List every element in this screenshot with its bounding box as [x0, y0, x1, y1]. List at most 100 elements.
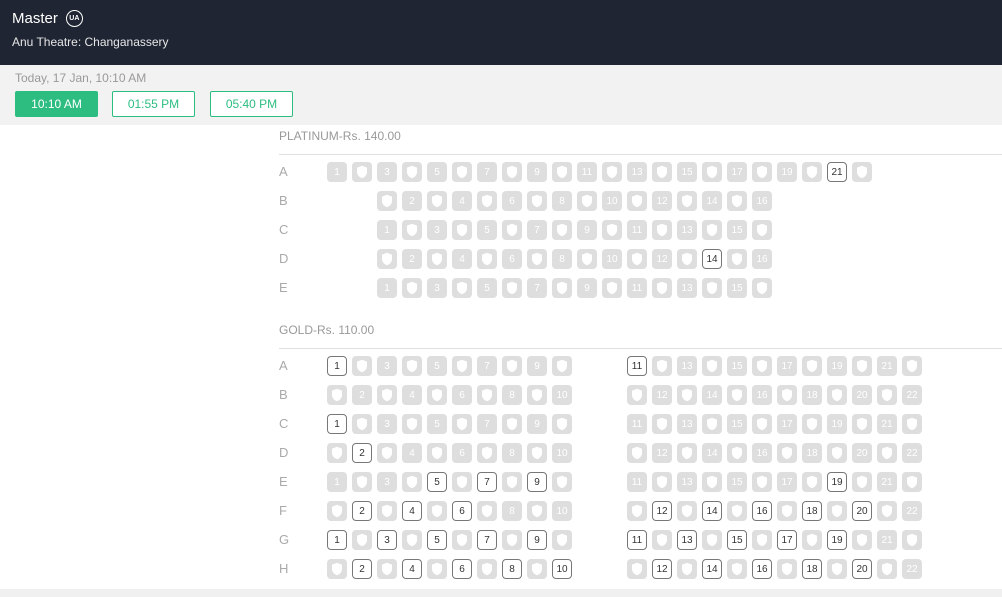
seat [752, 162, 772, 182]
seat: 21 [877, 530, 897, 550]
row-label: D [279, 251, 289, 266]
seat[interactable]: 2 [352, 501, 372, 521]
seat [452, 472, 472, 492]
show-date: Today, 17 Jan, 10:10 AM [15, 71, 147, 85]
shield-icon [632, 194, 642, 208]
seat [627, 559, 647, 579]
seat[interactable]: 18 [802, 559, 822, 579]
row-label: H [279, 561, 289, 576]
seat [502, 220, 522, 240]
seat[interactable]: 14 [702, 501, 722, 521]
seat[interactable]: 14 [702, 559, 722, 579]
seat: 14 [702, 191, 722, 211]
seat[interactable]: 1 [327, 530, 347, 550]
seat [827, 385, 847, 405]
seat [752, 472, 772, 492]
shield-icon [557, 359, 567, 373]
seat[interactable]: 15 [727, 530, 747, 550]
seat[interactable]: 16 [752, 559, 772, 579]
seat[interactable]: 19 [827, 472, 847, 492]
shield-icon [407, 281, 417, 295]
seat: 22 [902, 559, 922, 579]
seat[interactable]: 11 [627, 356, 647, 376]
seat[interactable]: 6 [452, 559, 472, 579]
seat[interactable]: 10 [552, 559, 572, 579]
seat [477, 249, 497, 269]
showtime-button-2[interactable]: 01:55 PM [112, 91, 195, 117]
seat: 1 [377, 278, 397, 298]
seat[interactable]: 20 [852, 501, 872, 521]
showtime-button-3[interactable]: 05:40 PM [210, 91, 293, 117]
seat[interactable]: 17 [777, 530, 797, 550]
seat [702, 356, 722, 376]
seat: 8 [502, 443, 522, 463]
row-label: E [279, 474, 288, 489]
seat [677, 559, 697, 579]
shield-icon [332, 388, 342, 402]
seat[interactable]: 5 [427, 472, 447, 492]
seat: 7 [477, 162, 497, 182]
seat[interactable]: 7 [477, 530, 497, 550]
row-label: F [279, 503, 287, 518]
seat: 6 [502, 249, 522, 269]
shield-icon [657, 281, 667, 295]
seat: 15 [727, 472, 747, 492]
seat: 1 [377, 220, 397, 240]
seat[interactable]: 7 [477, 472, 497, 492]
seat[interactable]: 14 [702, 249, 722, 269]
seat[interactable]: 2 [352, 443, 372, 463]
seat: 12 [652, 443, 672, 463]
seat[interactable]: 12 [652, 501, 672, 521]
movie-title: Master [12, 10, 58, 27]
shield-icon [757, 533, 767, 547]
showtime-button-1[interactable]: 10:10 AM [15, 91, 98, 117]
seat[interactable]: 12 [652, 559, 672, 579]
seat[interactable]: 4 [402, 559, 422, 579]
seat: 13 [627, 162, 647, 182]
seat: 6 [452, 443, 472, 463]
seat: 17 [777, 414, 797, 434]
seat[interactable]: 13 [677, 530, 697, 550]
seat: 2 [352, 385, 372, 405]
seat[interactable]: 9 [527, 472, 547, 492]
seat[interactable]: 18 [802, 501, 822, 521]
seat[interactable]: 11 [627, 530, 647, 550]
seat[interactable]: 6 [452, 501, 472, 521]
seat[interactable]: 2 [352, 559, 372, 579]
shield-icon [382, 252, 392, 266]
seat [727, 249, 747, 269]
seat[interactable]: 21 [827, 162, 847, 182]
shield-icon [382, 446, 392, 460]
seat: 3 [377, 472, 397, 492]
seat [802, 162, 822, 182]
seat [627, 249, 647, 269]
seat[interactable]: 4 [402, 501, 422, 521]
shield-icon [607, 223, 617, 237]
seat: 10 [602, 249, 622, 269]
seat [852, 162, 872, 182]
shield-icon [857, 417, 867, 431]
seat [852, 356, 872, 376]
shield-icon [782, 446, 792, 460]
seat [827, 559, 847, 579]
shield-icon [357, 165, 367, 179]
seat [627, 191, 647, 211]
seat[interactable]: 9 [527, 530, 547, 550]
row-label: G [279, 532, 290, 547]
seat [552, 220, 572, 240]
row-label: C [279, 222, 289, 237]
seat: 8 [502, 385, 522, 405]
seat[interactable]: 3 [377, 530, 397, 550]
seat[interactable]: 1 [327, 414, 347, 434]
shield-icon [432, 388, 442, 402]
seat [877, 559, 897, 579]
seat[interactable]: 19 [827, 530, 847, 550]
seat[interactable]: 1 [327, 356, 347, 376]
shield-icon [682, 504, 692, 518]
shield-icon [732, 562, 742, 576]
seat[interactable]: 5 [427, 530, 447, 550]
seat[interactable]: 16 [752, 501, 772, 521]
seat [627, 501, 647, 521]
seat[interactable]: 8 [502, 559, 522, 579]
seat[interactable]: 20 [852, 559, 872, 579]
